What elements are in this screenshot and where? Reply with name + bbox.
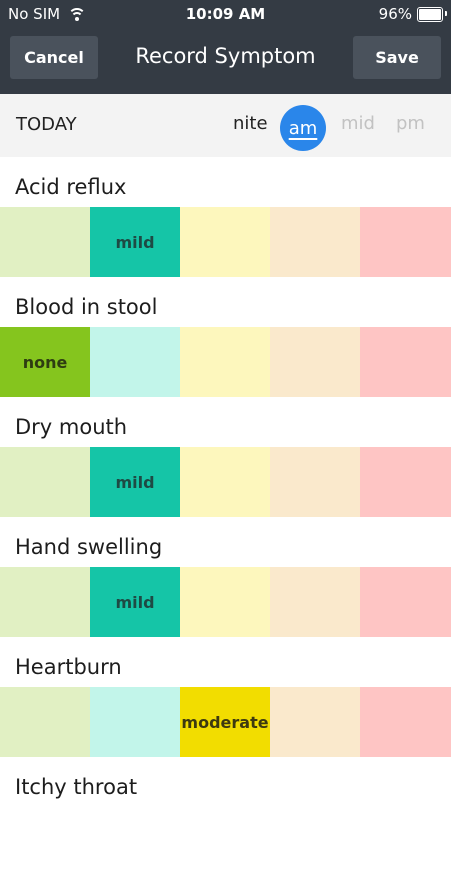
severity-extreme-cell[interactable] — [360, 687, 451, 757]
severity-severe-cell[interactable] — [270, 447, 360, 517]
severity-mild-cell[interactable]: mild — [90, 447, 180, 517]
severity-none-cell[interactable] — [0, 687, 90, 757]
severity-moderate-cell[interactable] — [180, 447, 270, 517]
symptom-row: Acid reflux mild — [0, 157, 451, 277]
time-option-nite[interactable]: nite — [233, 113, 268, 134]
symptom-name: Heartburn — [15, 655, 122, 679]
severity-mild-cell[interactable]: mild — [90, 567, 180, 637]
severity-extreme-cell[interactable] — [360, 447, 451, 517]
time-of-day-bar: TODAY nite am mid pm — [0, 94, 451, 157]
severity-scale: mild — [0, 567, 451, 637]
symptom-row: Heartburn moderate — [0, 637, 451, 757]
battery-percent: 96% — [378, 5, 412, 23]
severity-scale: mild — [0, 447, 451, 517]
severity-scale: moderate — [0, 687, 451, 757]
battery-icon — [417, 6, 447, 22]
time-option-pm[interactable]: pm — [396, 113, 425, 134]
time-option-am[interactable]: am — [280, 105, 326, 151]
symptom-row: Hand swelling mild — [0, 517, 451, 637]
severity-severe-cell[interactable] — [270, 687, 360, 757]
today-label: TODAY — [16, 114, 77, 135]
severity-none-cell[interactable] — [0, 447, 90, 517]
symptom-list: Acid reflux mild Blood in stool none Dry… — [0, 157, 451, 877]
app-header: No SIM 10:09 AM 96% Cancel Record Sympto… — [0, 0, 451, 94]
severity-moderate-cell[interactable] — [180, 327, 270, 397]
severity-moderate-cell[interactable] — [180, 207, 270, 277]
severity-none-cell[interactable]: none — [0, 327, 90, 397]
severity-severe-cell[interactable] — [270, 327, 360, 397]
severity-scale: mild — [0, 207, 451, 277]
symptom-name: Hand swelling — [15, 535, 163, 559]
save-button[interactable]: Save — [353, 36, 441, 79]
severity-none-cell[interactable] — [0, 567, 90, 637]
severity-moderate-cell[interactable]: moderate — [180, 687, 270, 757]
severity-severe-cell[interactable] — [270, 207, 360, 277]
time-option-mid[interactable]: mid — [341, 113, 375, 134]
severity-mild-cell[interactable]: mild — [90, 207, 180, 277]
symptom-name: Itchy throat — [15, 775, 138, 799]
severity-mild-cell[interactable] — [90, 327, 180, 397]
severity-severe-cell[interactable] — [270, 567, 360, 637]
symptom-row: Blood in stool none — [0, 277, 451, 397]
severity-extreme-cell[interactable] — [360, 327, 451, 397]
symptom-name: Dry mouth — [15, 415, 128, 439]
status-bar: No SIM 10:09 AM 96% — [0, 0, 451, 30]
status-right: 96% — [378, 5, 447, 23]
severity-moderate-cell[interactable] — [180, 567, 270, 637]
severity-extreme-cell[interactable] — [360, 207, 451, 277]
symptom-name: Acid reflux — [15, 175, 127, 199]
severity-scale: none — [0, 327, 451, 397]
time-option-am-label: am — [288, 117, 318, 139]
symptom-name: Blood in stool — [15, 295, 158, 319]
symptom-row: Dry mouth mild — [0, 397, 451, 517]
severity-mild-cell[interactable] — [90, 687, 180, 757]
symptom-row: Itchy throat — [0, 757, 451, 877]
severity-none-cell[interactable] — [0, 207, 90, 277]
severity-extreme-cell[interactable] — [360, 567, 451, 637]
